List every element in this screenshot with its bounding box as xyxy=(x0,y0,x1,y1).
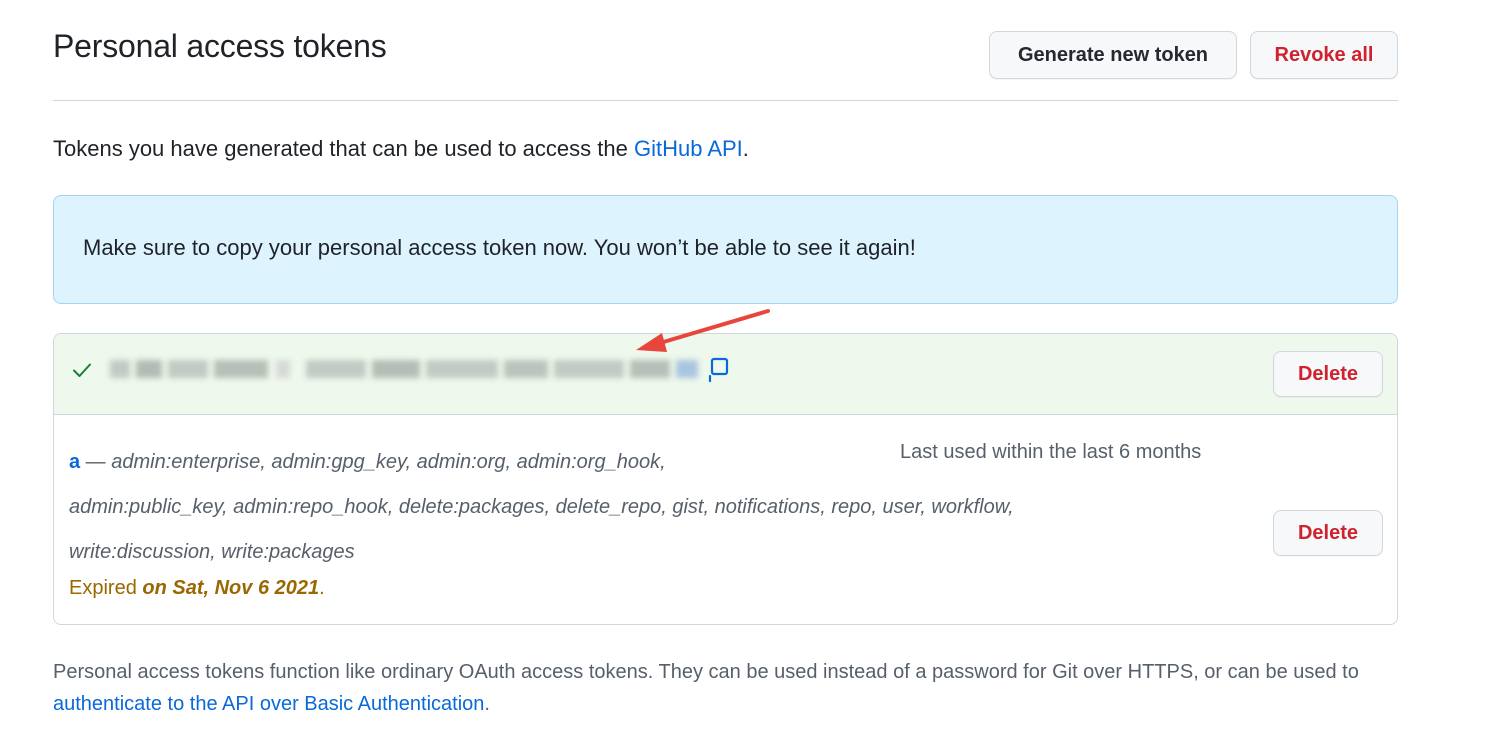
token-scopes-line-3: write:discussion, write:packages xyxy=(69,541,355,563)
expired-date: on Sat, Nov 6 2021 xyxy=(142,577,320,599)
token-name-link[interactable]: a xyxy=(69,451,80,473)
token-scopes-line-2: admin:public_key, admin:repo_hook, delet… xyxy=(69,496,1014,518)
generate-new-token-button[interactable]: Generate new token xyxy=(989,31,1237,79)
copy-icon[interactable] xyxy=(707,356,731,384)
intro-text-suffix: . xyxy=(742,136,749,161)
page-title: Personal access tokens xyxy=(53,28,387,64)
token-value-redacted[interactable] xyxy=(106,356,706,382)
token-dash: — xyxy=(80,451,112,473)
expired-suffix: . xyxy=(319,577,325,599)
github-api-link[interactable]: GitHub API xyxy=(634,136,743,161)
delete-token-button[interactable]: Delete xyxy=(1273,510,1383,556)
flash-message: Make sure to copy your personal access t… xyxy=(83,235,916,260)
check-icon xyxy=(73,363,91,377)
revoke-all-button[interactable]: Revoke all xyxy=(1250,31,1398,79)
settings-content: Personal access tokens Generate new toke… xyxy=(53,0,1398,715)
delete-new-token-button[interactable]: Delete xyxy=(1273,351,1383,397)
intro-text-body: Tokens you have generated that can be us… xyxy=(53,136,634,161)
token-expiration: Expired on Sat, Nov 6 2021. xyxy=(69,577,325,600)
token-row: a — admin:enterprise, admin:gpg_key, adm… xyxy=(54,414,1397,624)
basic-auth-link[interactable]: authenticate to the API over Basic Authe… xyxy=(53,693,484,715)
token-list: Delete a — admin:enterprise, admin:gpg_k… xyxy=(53,333,1398,625)
copy-token-flash: Make sure to copy your personal access t… xyxy=(53,195,1398,304)
new-token-row: Delete xyxy=(54,334,1397,415)
expired-prefix: Expired xyxy=(69,577,143,599)
token-last-used: Last used within the last 6 months xyxy=(900,441,1202,463)
footer-text: Personal access tokens function like ord… xyxy=(53,661,1359,683)
intro-text: Tokens you have generated that can be us… xyxy=(53,136,749,162)
footer-note: Personal access tokens function like ord… xyxy=(53,656,1398,720)
page-header: Personal access tokens Generate new toke… xyxy=(53,0,1398,101)
footer-suffix: . xyxy=(484,693,490,715)
token-scopes-line-1: admin:enterprise, admin:gpg_key, admin:o… xyxy=(111,451,666,473)
